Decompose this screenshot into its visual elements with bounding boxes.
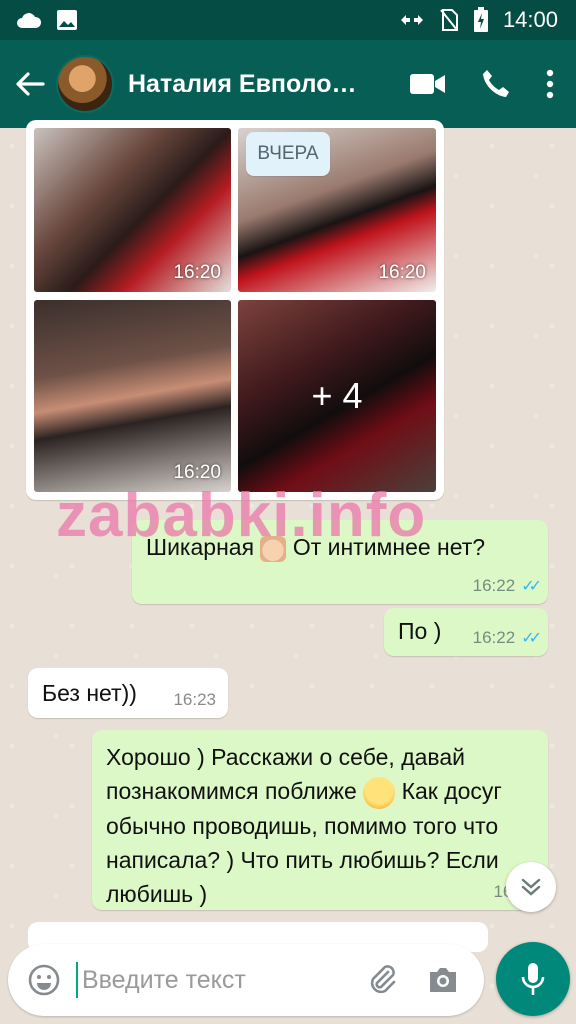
voice-call-button[interactable]	[480, 68, 512, 100]
read-ticks-icon: ✓✓	[521, 578, 542, 595]
message-time: 16:20	[378, 262, 426, 283]
emoji-icon	[28, 964, 60, 996]
double-chevron-down-icon	[521, 878, 541, 896]
message-text: Без нет))	[42, 680, 137, 706]
photo-thumbnail-more[interactable]: + 4	[238, 300, 436, 492]
message-time: 16:22	[472, 576, 516, 595]
chat-header: Наталия Евполо…	[0, 40, 576, 128]
message-outgoing[interactable]: Хорошо ) Расскажи о себе, давай познаком…	[92, 730, 548, 910]
paperclip-icon	[370, 965, 396, 994]
emoji-button[interactable]	[24, 960, 64, 1000]
video-call-icon	[410, 74, 445, 94]
date-divider: ВЧЕРА	[246, 132, 330, 176]
attach-button[interactable]	[362, 959, 404, 1001]
battery-charging-icon	[473, 7, 489, 33]
back-arrow-icon	[16, 72, 45, 96]
data-arrows-icon	[399, 11, 425, 29]
message-text: По )	[398, 618, 442, 644]
avatar[interactable]	[56, 55, 114, 113]
thumbs-up-icon	[260, 535, 287, 562]
relieved-face-icon	[363, 776, 396, 809]
text-caret	[76, 962, 78, 998]
image-icon	[56, 9, 78, 31]
microphone-icon	[521, 963, 545, 995]
scroll-to-bottom-button[interactable]	[506, 862, 556, 912]
photo-thumbnail[interactable]: 16:20	[34, 300, 231, 492]
more-vert-icon	[546, 69, 554, 99]
video-call-button[interactable]	[410, 72, 446, 96]
back-button[interactable]	[8, 62, 52, 106]
more-options-button[interactable]	[546, 69, 554, 99]
clock-time: 14:00	[502, 7, 558, 32]
phone-icon	[483, 70, 509, 97]
photo-thumbnail[interactable]: 16:20	[34, 128, 231, 292]
message-time: 16:23	[173, 690, 216, 709]
message-incoming[interactable]: Без нет)) 16:23	[28, 668, 228, 718]
message-text: Шикарная	[146, 534, 255, 560]
camera-button[interactable]	[422, 959, 464, 1001]
message-input[interactable]	[80, 964, 354, 996]
message-outgoing[interactable]: По ) 16:22 ✓✓	[384, 608, 548, 656]
message-time: 16:22	[472, 628, 516, 647]
read-ticks-icon: ✓✓	[521, 630, 542, 647]
status-bar: 14:00	[0, 0, 576, 40]
message-outgoing[interactable]: Шикарная От интимнее нет? 16:22 ✓✓	[132, 520, 548, 604]
cloud-icon	[16, 11, 42, 29]
message-time: 16:20	[173, 462, 221, 483]
contact-name[interactable]: Наталия Евполо…	[128, 70, 376, 99]
more-photos-count: + 4	[238, 300, 436, 492]
message-composer	[8, 944, 484, 1016]
no-sim-icon	[439, 8, 459, 32]
voice-record-button[interactable]	[496, 942, 570, 1016]
message-time: 16:20	[173, 262, 221, 283]
media-album: 16:20 16:20 16:20 + 4	[26, 120, 444, 500]
message-text-continued: От интимнее нет?	[292, 534, 486, 560]
camera-icon	[430, 968, 456, 992]
